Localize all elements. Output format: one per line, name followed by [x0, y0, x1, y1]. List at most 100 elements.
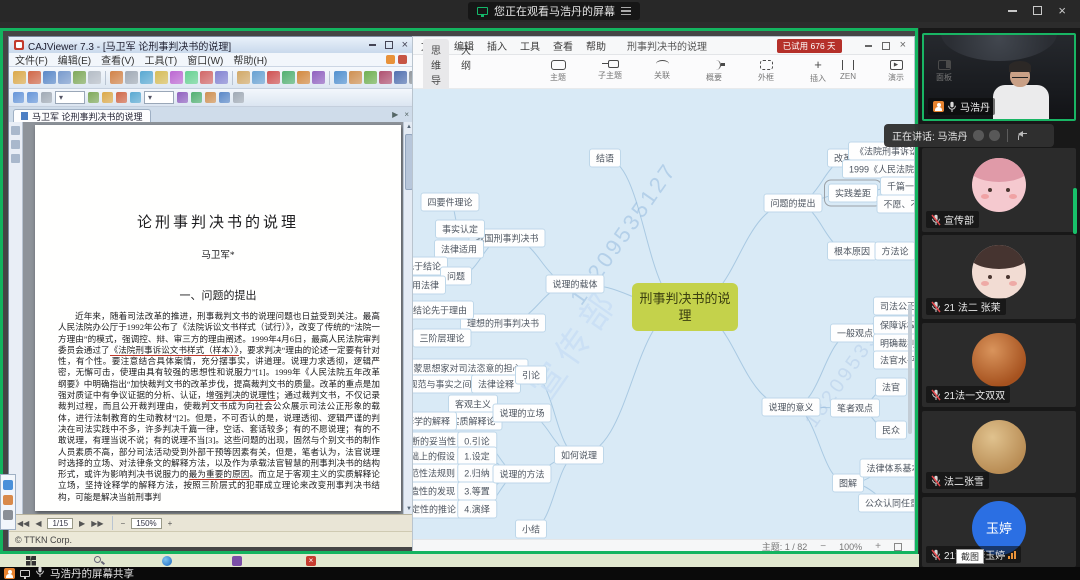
- toolbar-icon[interactable]: [282, 71, 295, 84]
- toolbar-icon[interactable]: [41, 92, 52, 103]
- menu-插入[interactable]: 插入: [487, 38, 507, 53]
- restore-button[interactable]: [385, 41, 393, 49]
- browser-icon[interactable]: [162, 556, 172, 566]
- mindmap-node[interactable]: 说理的载体: [545, 275, 604, 294]
- participant-tile[interactable]: 21 法二 张茉: [922, 235, 1076, 319]
- toolbar-icon[interactable]: [252, 71, 265, 84]
- zoom-out-icon[interactable]: −: [121, 519, 126, 528]
- toolbar-icon[interactable]: [200, 71, 213, 84]
- participant-tile[interactable]: 玉婷截图21法二李玉婷: [922, 497, 1076, 567]
- recorder-icon[interactable]: ×: [306, 556, 316, 566]
- mindmap-node[interactable]: 公众认同任重道远: [858, 494, 914, 513]
- menu-帮助(H)[interactable]: 帮助(H): [233, 52, 267, 67]
- mindmap-node[interactable]: 如何说理: [554, 446, 604, 465]
- tab-scroll-icon[interactable]: ▶: [392, 110, 398, 119]
- mindmap-node[interactable]: 问题的提出: [763, 194, 822, 213]
- menu-工具[interactable]: 工具: [520, 38, 540, 53]
- mindmap-node[interactable]: 根本原因: [827, 242, 877, 261]
- toolbar-icon[interactable]: [177, 92, 188, 103]
- toolbar-icon[interactable]: [140, 71, 153, 84]
- cloud-icon[interactable]: [398, 55, 407, 64]
- mindmap-node[interactable]: 法律体系基本点: [859, 459, 914, 478]
- mindmap-node[interactable]: 实践差距: [828, 184, 878, 203]
- menu-文件(F)[interactable]: 文件(F): [15, 52, 48, 67]
- toolbar-icon[interactable]: [237, 71, 250, 84]
- menu-窗口(W)[interactable]: 窗口(W): [187, 52, 223, 67]
- page-indicator[interactable]: 1/15: [47, 518, 73, 529]
- restore-button[interactable]: [882, 42, 890, 50]
- toolbar-icon[interactable]: [27, 92, 38, 103]
- mindmap-node[interactable]: 引论: [515, 366, 547, 385]
- menu-帮助[interactable]: 帮助: [586, 38, 606, 53]
- mindmap-node[interactable]: 结论先于理由: [413, 301, 474, 320]
- mindmap-node[interactable]: 民众: [875, 421, 907, 440]
- toolbar-dropdown[interactable]: ▾: [55, 91, 85, 104]
- prev-page-icon[interactable]: ◀: [35, 519, 41, 528]
- mindmap-node[interactable]: 结语: [589, 149, 621, 168]
- toolbar-dropdown[interactable]: ▾: [144, 91, 174, 104]
- document-viewport[interactable]: 论刑事判决书的说理 马卫军* 一、问题的提出 近年来，随着司法改革的推进，刑事裁…: [23, 122, 403, 514]
- mindmap-node[interactable]: 创造性的发现: [413, 482, 462, 501]
- toolbar-icon[interactable]: [102, 92, 113, 103]
- toolbar-icon[interactable]: [110, 71, 123, 84]
- close-button[interactable]: ×: [402, 41, 408, 50]
- app-icon[interactable]: [232, 556, 242, 566]
- tool-子主题[interactable]: 子主题: [595, 60, 625, 84]
- mindmap-node[interactable]: 规范与事实之间: [413, 375, 479, 394]
- toolbar-icon[interactable]: [215, 71, 228, 84]
- close-button[interactable]: ×: [1058, 6, 1066, 15]
- toolbar-icon[interactable]: [312, 71, 325, 84]
- toolbar-icon[interactable]: [205, 92, 216, 103]
- toolbar-icon[interactable]: [233, 92, 244, 103]
- mindmap-node[interactable]: 事实认定: [435, 220, 485, 239]
- mindmap-node[interactable]: 适用法律: [413, 276, 446, 295]
- zoom-indicator[interactable]: 150%: [131, 518, 161, 529]
- tool-主题[interactable]: 主题: [543, 60, 573, 84]
- mindmap-node[interactable]: 说理的立场: [492, 404, 551, 423]
- mindmap-node[interactable]: 说理的方法: [492, 465, 551, 484]
- tool-关联[interactable]: 关联: [647, 60, 677, 84]
- first-page-icon[interactable]: ◀◀: [17, 519, 29, 528]
- more-tools-icon[interactable]: [3, 510, 13, 520]
- mindmap-node[interactable]: 规范性法规则: [413, 464, 462, 483]
- floating-annotation-toolbar[interactable]: [0, 474, 16, 530]
- participant-tile[interactable]: 宣传部: [922, 148, 1076, 232]
- toolbar-icon[interactable]: [155, 71, 168, 84]
- mindmap-node[interactable]: 四要件理论: [420, 193, 479, 212]
- toolbar-icon[interactable]: [28, 71, 41, 84]
- tool-概要[interactable]: 概要: [699, 60, 729, 84]
- minimize-button[interactable]: [1008, 10, 1017, 12]
- toolbar-icon[interactable]: [88, 92, 99, 103]
- mindmap-canvas[interactable]: 宣传部 13209535127 13209535127 结语说理的载体我国刑事判…: [413, 89, 914, 539]
- last-page-icon[interactable]: ▶▶: [91, 519, 103, 528]
- canvas-zoom-level[interactable]: 100%: [839, 542, 862, 552]
- toolbar-icon[interactable]: [334, 71, 347, 84]
- mindmap-node[interactable]: 法官: [875, 378, 907, 397]
- menu-查看[interactable]: 查看: [553, 38, 573, 53]
- sidebar-strip[interactable]: [9, 122, 23, 514]
- document-tab[interactable]: 马卫军 论刑事判决书的说理: [13, 109, 151, 122]
- tool-插入[interactable]: +插入: [803, 60, 833, 84]
- mindmap-node[interactable]: 笔者观点: [830, 399, 880, 418]
- mindmap-node[interactable]: 确定性的推论: [413, 500, 463, 519]
- toolbar-icon[interactable]: [394, 71, 407, 84]
- tool-面板[interactable]: 面板: [929, 60, 959, 83]
- minimize-button[interactable]: [865, 45, 872, 47]
- toolbar-icon[interactable]: [58, 71, 71, 84]
- toolbar-icon[interactable]: [13, 71, 26, 84]
- toolbar-icon[interactable]: [130, 92, 141, 103]
- fit-screen-icon[interactable]: [894, 543, 902, 551]
- menu-right-icons[interactable]: [386, 55, 407, 64]
- trial-badge[interactable]: 已试用 676 天: [777, 39, 842, 53]
- tab-close-icon[interactable]: ×: [404, 110, 409, 119]
- mindmap-node[interactable]: 三阶层理论: [413, 329, 472, 348]
- banner-menu-icon[interactable]: [621, 7, 631, 15]
- toolbar-icon[interactable]: [364, 71, 377, 84]
- minimize-button[interactable]: [369, 44, 376, 46]
- menu-工具(T)[interactable]: 工具(T): [144, 52, 177, 67]
- participant-tile[interactable]: 21法一文双双: [922, 323, 1076, 407]
- mindmap-node[interactable]: 千篇一律: [880, 177, 914, 196]
- toolbar-icon[interactable]: [170, 71, 183, 84]
- login-icon[interactable]: [386, 55, 395, 64]
- toolbar-icon[interactable]: [267, 71, 280, 84]
